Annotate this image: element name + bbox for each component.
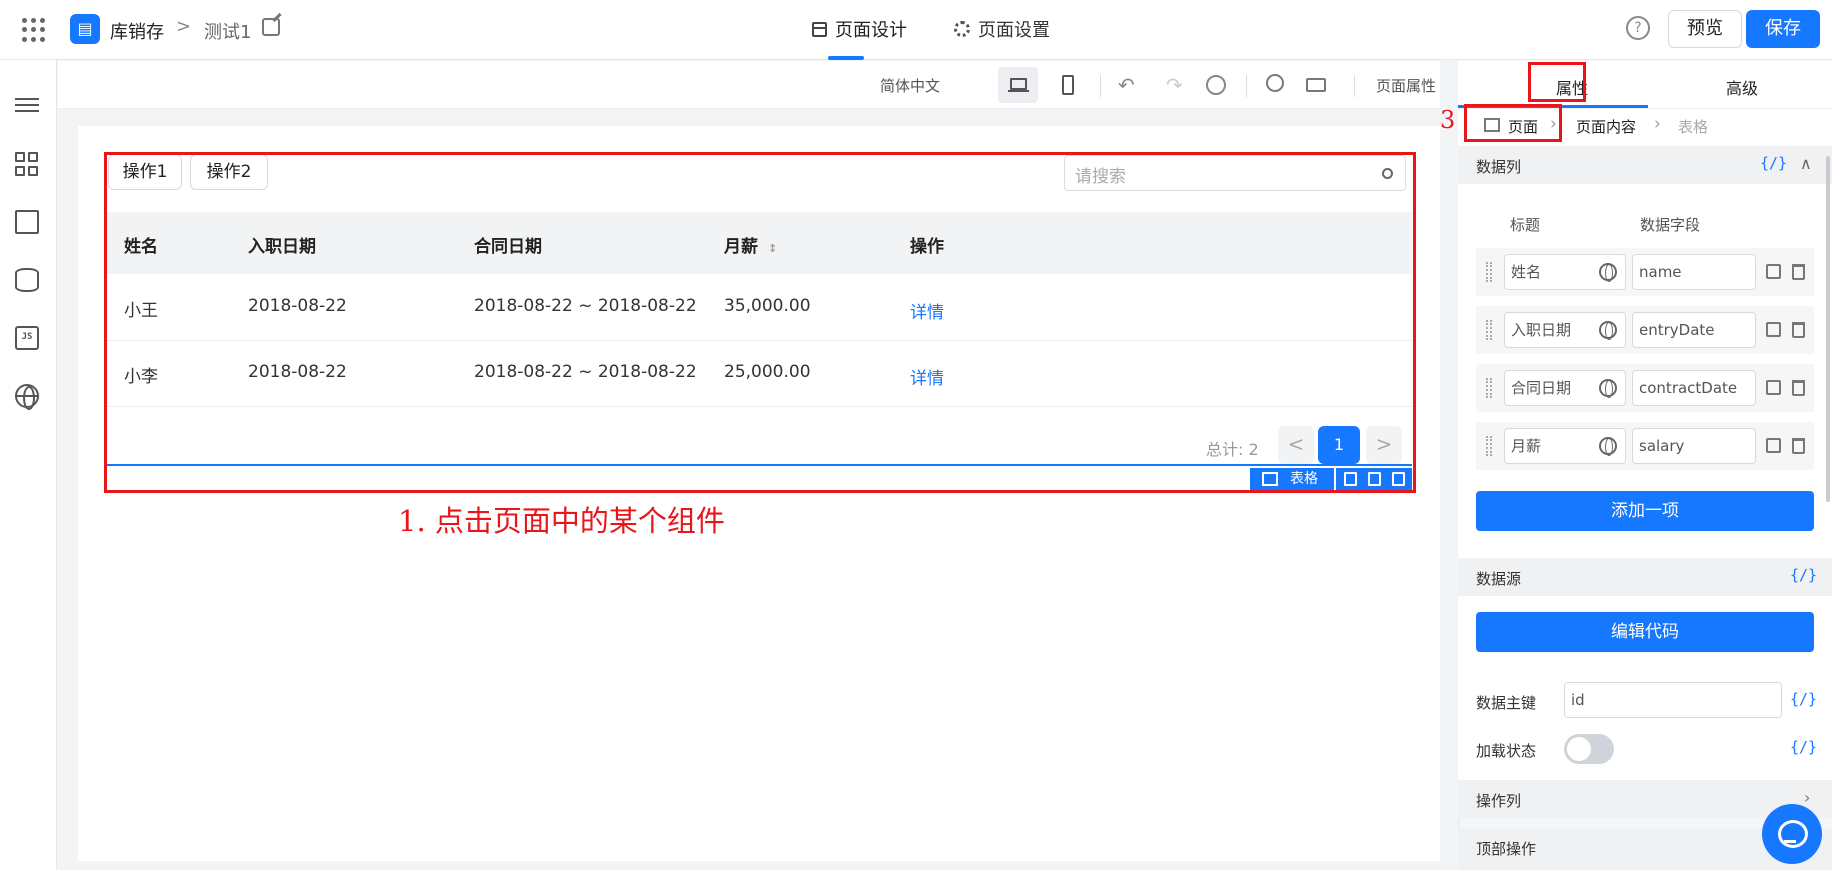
annotation-box-step2 [1528,62,1586,102]
redo-icon[interactable]: ↷ [1166,73,1183,97]
tab-page-design-label: 页面设计 [835,20,907,41]
toolbar-divider [1354,75,1355,97]
primary-key-label: 数据主键 [1476,694,1537,712]
history-icon[interactable] [1206,75,1226,95]
column-title-input[interactable]: 入职日期 [1504,312,1626,348]
keyboard-icon[interactable] [1306,78,1326,92]
tab-page-design[interactable]: 页面设计 [812,16,907,42]
loading-state-label: 加载状态 [1476,742,1537,760]
tab-page-settings[interactable]: 页面设置 [954,16,1050,42]
chevron-right-icon[interactable]: › [1804,788,1810,807]
search-icon[interactable] [1266,74,1284,92]
trash-icon[interactable] [1792,264,1805,280]
tab-advanced[interactable]: 高级 [1726,75,1758,99]
column-title-value: 合同日期 [1511,379,1572,397]
canvas-toolbar: 简体中文 ∨ ↶ ↷ 页面属性 [58,61,1440,109]
column-field-input[interactable]: salary [1632,428,1756,464]
code-toggle-icon[interactable]: {/} [1760,154,1787,172]
trash-icon[interactable] [1792,438,1805,454]
toolbar-divider [1100,75,1101,97]
save-button[interactable]: 保存 [1746,10,1820,48]
annotation-box-step3 [1464,104,1562,142]
drag-handle-icon[interactable] [1486,262,1492,282]
i18n-globe-icon[interactable] [1599,437,1617,456]
code-toggle-icon[interactable]: {/} [1790,738,1817,756]
preview-button[interactable]: 预览 [1668,10,1742,48]
section-title-top-actions: 顶部操作 [1476,840,1537,858]
edit-icon[interactable] [1766,438,1781,453]
section-title-datasource: 数据源 [1476,570,1522,588]
support-chat-icon[interactable] [1762,804,1822,864]
column-title-input[interactable]: 月薪 [1504,428,1626,464]
apps-grid-icon[interactable] [22,18,46,42]
left-sidebar: JS [0,60,57,870]
layout-icon[interactable] [15,210,39,234]
breadcrumb-table[interactable]: 表格 [1678,116,1708,137]
laptop-icon [1008,78,1029,92]
column-field-input[interactable]: contractDate [1632,370,1756,406]
i18n-globe-icon[interactable] [1599,379,1617,398]
datasource-icon[interactable] [15,268,39,292]
gear-icon [954,21,970,37]
desktop-view-button[interactable] [998,67,1038,103]
active-tab-indicator [828,56,864,60]
page-name: 测试1 [204,22,252,43]
annotation-step3: 3 [1440,106,1456,134]
edit-icon[interactable] [1766,380,1781,395]
edit-code-button[interactable]: 编辑代码 [1476,612,1814,652]
page-properties-button[interactable]: 页面属性 [1376,75,1436,96]
annotation-box-step1 [104,152,1416,493]
top-bar: ▤ 库销存 > 测试1 页面设计 页面设置 ? 预览 保存 [0,0,1832,60]
drag-handle-icon[interactable] [1486,378,1492,398]
breadcrumb-page-content[interactable]: 页面内容 [1576,116,1636,137]
loading-state-toggle[interactable] [1564,734,1614,764]
edit-page-name-icon[interactable] [262,18,280,36]
section-title-action-column: 操作列 [1476,792,1522,810]
tab-page-settings-label: 页面设置 [978,20,1050,41]
help-icon[interactable]: ? [1626,16,1650,40]
drag-handle-icon[interactable] [1486,436,1492,456]
i18n-globe-icon[interactable] [1599,321,1617,340]
panel-tabs: 属性 高级 [1458,61,1832,109]
panel-scrollbar[interactable] [1826,156,1830,502]
edit-icon[interactable] [1766,322,1781,337]
chevron-up-icon[interactable]: ∧ [1800,154,1812,173]
column-title-value: 姓名 [1511,263,1542,281]
toolbar-divider [1246,75,1247,97]
i18n-globe-icon[interactable] [1599,263,1617,282]
code-toggle-icon[interactable]: {/} [1790,566,1817,584]
column-field-input[interactable]: entryDate [1632,312,1756,348]
column-title-value: 入职日期 [1511,321,1572,339]
column-title-input[interactable]: 合同日期 [1504,370,1626,406]
mobile-view-button[interactable] [1048,67,1088,103]
columns-header-field: 数据字段 [1640,216,1701,234]
app-logo-icon: ▤ [70,14,100,44]
components-grid-icon[interactable] [15,152,39,176]
primary-key-input[interactable]: id [1564,682,1782,718]
globe-icon[interactable] [15,384,39,410]
edit-icon[interactable] [1766,264,1781,279]
undo-icon[interactable]: ↶ [1118,73,1135,97]
outline-tree-icon[interactable] [15,94,39,118]
columns-header-title: 标题 [1510,216,1541,234]
breadcrumb-separator: › [1654,114,1661,134]
annotation-step1: 1. 点击页面中的某个组件 [398,504,725,538]
column-field-input[interactable]: name [1632,254,1756,290]
code-toggle-icon[interactable]: {/} [1790,690,1817,708]
trash-icon[interactable] [1792,380,1805,396]
column-title-input[interactable]: 姓名 [1504,254,1626,290]
trash-icon[interactable] [1792,322,1805,338]
drag-handle-icon[interactable] [1486,320,1492,340]
js-icon[interactable]: JS [15,326,39,350]
breadcrumb-separator: > [176,16,192,37]
page-design-icon [812,21,827,37]
add-column-button[interactable]: 添加一项 [1476,491,1814,531]
column-title-value: 月薪 [1511,437,1542,455]
phone-icon [1062,75,1074,95]
language-select[interactable]: 简体中文 [880,75,940,96]
app-name[interactable]: 库销存 [110,18,164,44]
section-title-columns: 数据列 [1476,158,1522,176]
